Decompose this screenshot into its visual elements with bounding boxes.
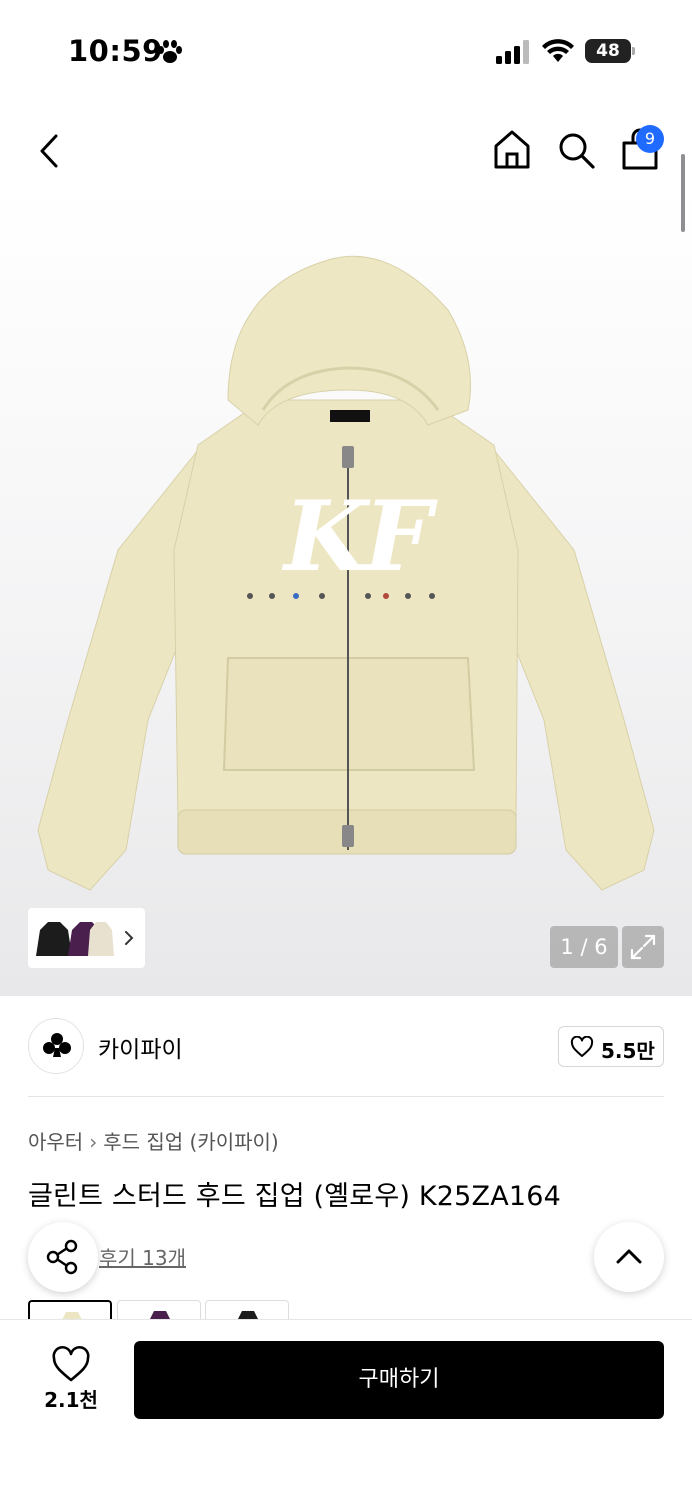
battery-level: 48 (596, 41, 620, 61)
color-thumbnail-strip[interactable] (28, 908, 145, 968)
divider (28, 1096, 664, 1097)
image-counter: 1 / 6 (550, 926, 618, 968)
review-link[interactable]: 후기 13개 (99, 1242, 186, 1271)
paw-icon (158, 40, 182, 63)
wishlist-heart-button[interactable] (36, 1344, 106, 1384)
color-option-yellow[interactable] (28, 1300, 112, 1322)
chevron-right-icon[interactable] (122, 930, 136, 946)
buy-button[interactable]: 구매하기 (134, 1341, 664, 1419)
wishlist-count: 2.1천 (44, 1388, 98, 1412)
expand-icon[interactable] (622, 926, 664, 968)
thumbnail-cream[interactable] (86, 914, 116, 960)
status-time: 10:59 (68, 34, 163, 68)
chevron-right-icon: › (89, 1130, 98, 1154)
chevron-up-icon (616, 1249, 642, 1264)
back-button[interactable] (34, 132, 68, 170)
color-option-black[interactable] (205, 1300, 289, 1322)
product-detail-screen: 10:59 48 9 K F 1 / 6 카이파이 5.5만 아우터 › 후드 … (0, 0, 692, 1500)
battery-icon: 48 (585, 39, 635, 63)
brand-like-button[interactable]: 5.5만 (558, 1026, 664, 1067)
product-image[interactable]: K F (28, 250, 664, 910)
scroll-indicator (681, 154, 685, 232)
heart-outline-icon (570, 1036, 594, 1057)
cart-count-badge: 9 (636, 125, 664, 153)
signal-icon (496, 40, 529, 64)
scroll-top-button[interactable] (594, 1222, 664, 1292)
breadcrumb-subcategory[interactable]: 후드 집업 (카이파이) (103, 1126, 279, 1155)
brand-name[interactable]: 카이파이 (98, 1030, 183, 1064)
search-button[interactable] (556, 130, 596, 170)
brand-logo[interactable] (28, 1018, 84, 1074)
print-letter-k: K (281, 480, 371, 593)
brand-like-count: 5.5만 (601, 1039, 655, 1063)
breadcrumb-category[interactable]: 아우터 (28, 1126, 83, 1155)
breadcrumb: 아우터 › 후드 집업 (카이파이) (28, 1126, 279, 1155)
share-button[interactable] (28, 1222, 98, 1292)
share-icon (46, 1239, 78, 1275)
club-icon (43, 1033, 71, 1057)
color-option-purple[interactable] (117, 1300, 201, 1322)
product-title: 글린트 스터드 후드 집업 (옐로우) K25ZA164 (28, 1181, 562, 1212)
wifi-icon (542, 39, 574, 62)
home-button[interactable] (492, 128, 532, 170)
print-letter-f: F (361, 480, 438, 593)
